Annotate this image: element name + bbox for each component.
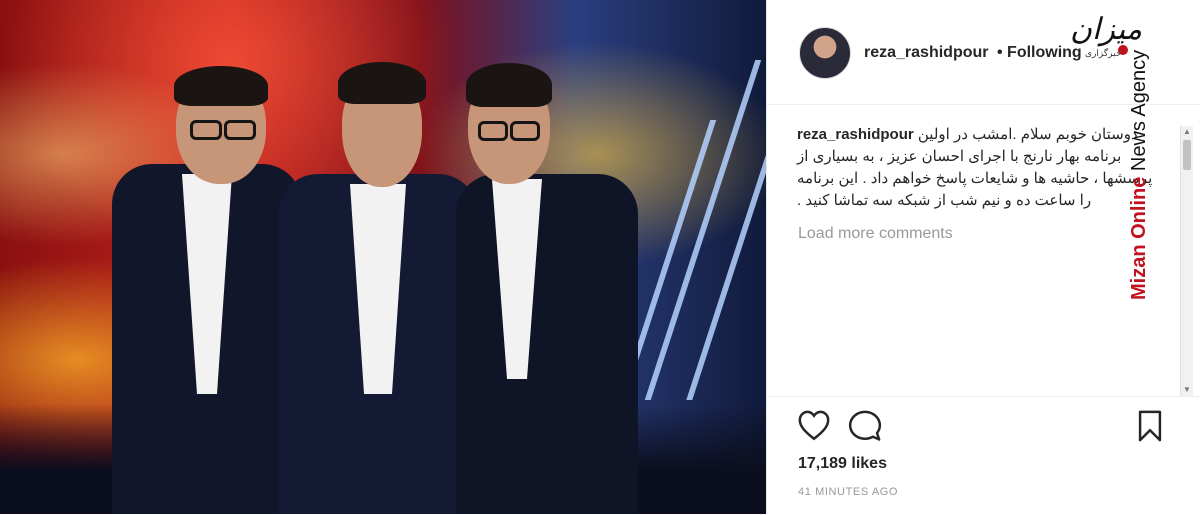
scroll-down-arrow-icon[interactable]: ▼ <box>1181 384 1193 396</box>
scroll-up-arrow-icon[interactable]: ▲ <box>1181 126 1193 138</box>
following-status[interactable]: • Following <box>997 44 1082 62</box>
stage-light-stripe <box>625 120 717 380</box>
comments-scrollbar[interactable]: ▲ ▼ <box>1180 126 1193 396</box>
comment-icon[interactable] <box>848 409 882 443</box>
post-actions: 17,189 likes 41 MINUTES AGO <box>767 396 1200 515</box>
person-middle <box>278 54 478 514</box>
agency-watermark: Mizan Online News Agency <box>1128 50 1151 300</box>
post-timestamp[interactable]: 41 MINUTES AGO <box>798 486 898 498</box>
agency-logo-subtitle: خبرگزاری <box>1085 48 1122 58</box>
likes-count[interactable]: 17,189 likes <box>798 455 887 473</box>
agency-logo: میزان <box>1070 12 1143 47</box>
person-right <box>456 59 638 514</box>
scrollbar-thumb[interactable] <box>1183 140 1191 170</box>
load-more-comments-link[interactable]: Load more comments <box>798 225 953 243</box>
caption-username[interactable]: reza_rashidpour <box>797 126 914 143</box>
caption: reza_rashidpour دوستان خوبم سلام .امشب د… <box>797 124 1167 212</box>
post-photo[interactable] <box>0 0 766 514</box>
heart-icon[interactable] <box>797 409 831 443</box>
agency-name-red: Mizan Online <box>1128 176 1150 300</box>
avatar[interactable] <box>799 27 851 79</box>
bookmark-icon[interactable] <box>1133 409 1167 443</box>
agency-name-black: News Agency <box>1128 49 1150 177</box>
username-link[interactable]: reza_rashidpour <box>864 44 988 62</box>
person-left <box>112 64 302 514</box>
